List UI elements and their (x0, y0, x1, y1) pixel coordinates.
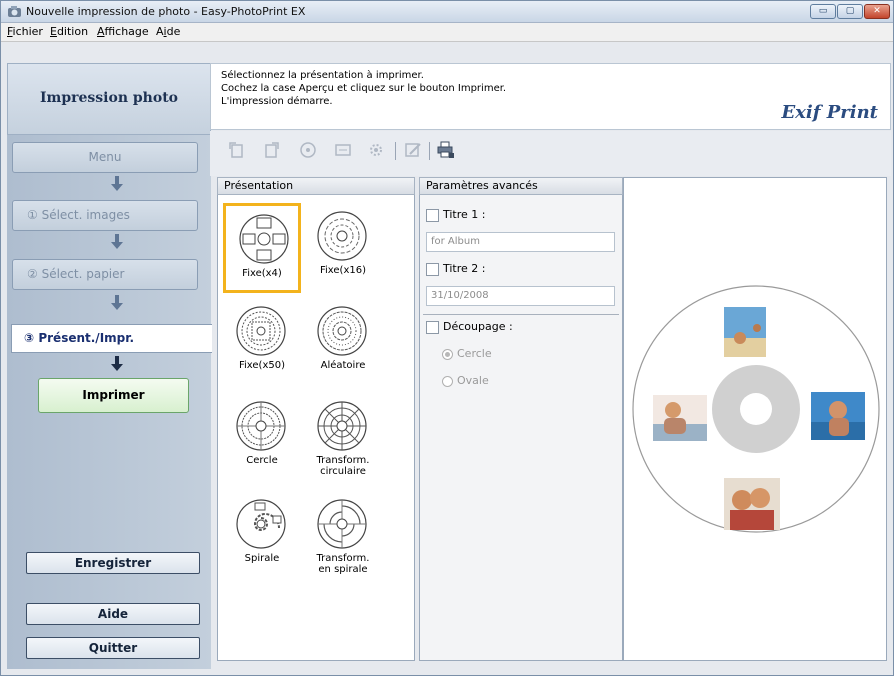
minimize-icon: ▭ (818, 6, 828, 16)
print-settings-icon[interactable] (437, 141, 455, 159)
instruction-line: Cochez la case Aperçu et cliquez sur le … (221, 83, 507, 94)
layout-thumbnail (236, 306, 286, 356)
menu-fichier[interactable]: Fichier (7, 25, 43, 38)
instruction-line: L'impression démarre. (221, 96, 333, 107)
down-arrow-icon (111, 295, 123, 310)
rotate-left-icon[interactable] (227, 141, 245, 159)
layout-item-label: Cercle (246, 455, 278, 466)
layout-item-label: Transform. en spirale (316, 553, 370, 575)
layout-panel-header: Présentation (217, 177, 415, 195)
down-arrow-icon (111, 356, 123, 371)
layout-item-label: Aléatoire (320, 360, 366, 371)
layout-item-aleatoire[interactable]: Aléatoire (304, 298, 382, 388)
layout-thumbnail (236, 401, 286, 451)
menu-step-button[interactable]: Menu (12, 142, 198, 173)
divider (423, 314, 619, 315)
title1-field[interactable]: for Album (426, 232, 615, 252)
frame-icon[interactable] (334, 141, 352, 159)
exif-print-logo: Exif Print (781, 102, 878, 123)
layout-thumbnail (317, 306, 367, 356)
layout-item-transform-en-spirale[interactable]: Transform. en spirale (304, 491, 382, 581)
disc-preview (632, 285, 880, 533)
layout-item-label: Fixe(x50) (238, 360, 285, 371)
layout-thumbnail (236, 499, 286, 549)
status-strip (7, 669, 891, 675)
title1-label: Titre 1 : (443, 208, 486, 221)
layout-item-fixe-x4[interactable]: Fixe(x4) (223, 203, 301, 293)
circle-radio-label: Cercle (457, 347, 492, 360)
layout-item-transform-circulaire[interactable]: Transform. circulaire (304, 393, 382, 483)
select-images-step-button[interactable]: ① Sélect. images (12, 200, 198, 231)
toolbar-separator (395, 142, 396, 160)
title2-checkbox[interactable] (426, 263, 439, 276)
advanced-settings-header: Paramètres avancés (419, 177, 623, 195)
title2-label: Titre 2 : (443, 262, 486, 275)
layout-thumbnail (317, 499, 367, 549)
title-bar: Nouvelle impression de photo - Easy-Phot… (1, 1, 893, 23)
toolbar-separator (429, 142, 430, 160)
layout-thumbnail (239, 214, 289, 264)
layout-item-cercle[interactable]: Cercle (223, 393, 301, 483)
sidebar-title: Impression photo (39, 90, 179, 106)
window-title: Nouvelle impression de photo - Easy-Phot… (26, 5, 306, 18)
select-paper-step-button[interactable]: ② Sélect. papier (12, 259, 198, 290)
cropping-checkbox[interactable] (426, 321, 439, 334)
circle-radio[interactable] (442, 349, 453, 360)
disc-icon[interactable] (299, 141, 317, 159)
close-icon: ✕ (873, 6, 881, 16)
layout-thumbnail (317, 211, 367, 261)
layout-item-label: Fixe(x4) (242, 268, 282, 279)
layout-thumbnail (317, 401, 367, 451)
layout-item-spirale[interactable]: Spirale (223, 491, 301, 581)
photo-bottom (724, 478, 780, 530)
layout-item-fixe-x16[interactable]: Fixe(x16) (304, 203, 382, 293)
quit-button[interactable]: Quitter (26, 637, 200, 659)
app-window: Nouvelle impression de photo - Easy-Phot… (0, 0, 894, 676)
help-button[interactable]: Aide (26, 603, 200, 625)
minimize-button[interactable]: ▭ (810, 4, 836, 19)
photo-left (653, 395, 707, 441)
close-button[interactable]: ✕ (864, 4, 890, 19)
save-button[interactable]: Enregistrer (26, 552, 200, 574)
rotate-right-icon[interactable] (263, 141, 281, 159)
down-arrow-icon (111, 234, 123, 249)
print-button[interactable]: Imprimer (38, 378, 189, 413)
layout-item-label: Transform. circulaire (316, 455, 370, 477)
menu-edition[interactable]: Edition (50, 25, 88, 38)
title2-field[interactable]: 31/10/2008 (426, 286, 615, 306)
layout-item-fixe-x50[interactable]: Fixe(x50) (223, 298, 301, 388)
photo-right (811, 392, 865, 440)
layout-item-label: Spirale (244, 553, 280, 564)
instruction-panel: Sélectionnez la présentation à imprimer.… (210, 63, 891, 130)
cropping-label: Découpage : (443, 320, 513, 333)
maximize-button[interactable]: ▢ (837, 4, 863, 19)
menu-bar: Fichier Edition Affichage Aide (1, 23, 893, 42)
photo-top (724, 307, 766, 357)
oval-radio-label: Ovale (457, 374, 489, 387)
title1-checkbox[interactable] (426, 209, 439, 222)
maximize-icon: ▢ (845, 6, 855, 16)
sidebar-header: Impression photo (7, 63, 211, 135)
layout-item-label: Fixe(x16) (319, 265, 366, 276)
edit-icon[interactable] (404, 141, 422, 159)
oval-radio[interactable] (442, 376, 453, 387)
app-icon (8, 6, 21, 17)
preview-panel (623, 177, 887, 661)
instruction-line: Sélectionnez la présentation à imprimer. (221, 70, 424, 81)
menu-affichage[interactable]: Affichage (97, 25, 149, 38)
down-arrow-icon (111, 176, 123, 191)
settings-icon[interactable] (367, 141, 385, 159)
layout-print-step-button[interactable]: ③ Présent./Impr. (11, 324, 212, 353)
menu-aide[interactable]: Aide (156, 25, 180, 38)
